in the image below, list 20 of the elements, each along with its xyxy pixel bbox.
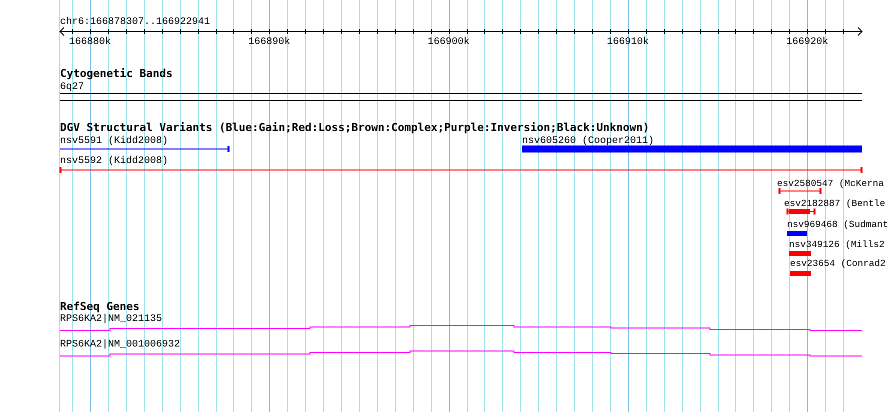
variant-label: nsv605260 (Cooper2011) xyxy=(522,136,654,147)
variant-label: nsv5591 (Kidd2008) xyxy=(60,136,168,147)
tick-label: 166900k xyxy=(428,37,470,48)
tick-label: 166910k xyxy=(606,37,649,48)
variant-label: esv23654 (Conrad2 xyxy=(790,258,886,269)
track-title: RefSeq Genes xyxy=(60,300,140,313)
gene-label: RPS6KA2|NM_001006932 xyxy=(60,340,180,350)
variant-label: nsv5592 (Kidd2008) xyxy=(60,156,168,167)
variant-label: esv2580547 (McKerna xyxy=(777,178,884,189)
variant-label: nsv969468 (Sudmant xyxy=(787,219,888,230)
track-title: DGV Structural Variants (Blue:Gain;Red:Loss;Brown:Complex;Purple:Inversion;Black:Unknown) xyxy=(60,121,650,134)
tick-label: 166890k xyxy=(248,37,290,48)
track-title: Cytogenetic Bands xyxy=(60,67,173,80)
gene-label: RPS6KA2|NM_021135 xyxy=(60,314,162,325)
variant-label: nsv349126 (Mills2 xyxy=(789,239,885,250)
region-label: chr6:166878307..166922941 xyxy=(60,17,210,28)
tick-label: 166920k xyxy=(786,37,828,48)
variant-label: esv2182887 (Bentle xyxy=(784,198,886,209)
band-label: 6q27 xyxy=(60,82,84,93)
tick-label: 166880k xyxy=(69,37,112,48)
